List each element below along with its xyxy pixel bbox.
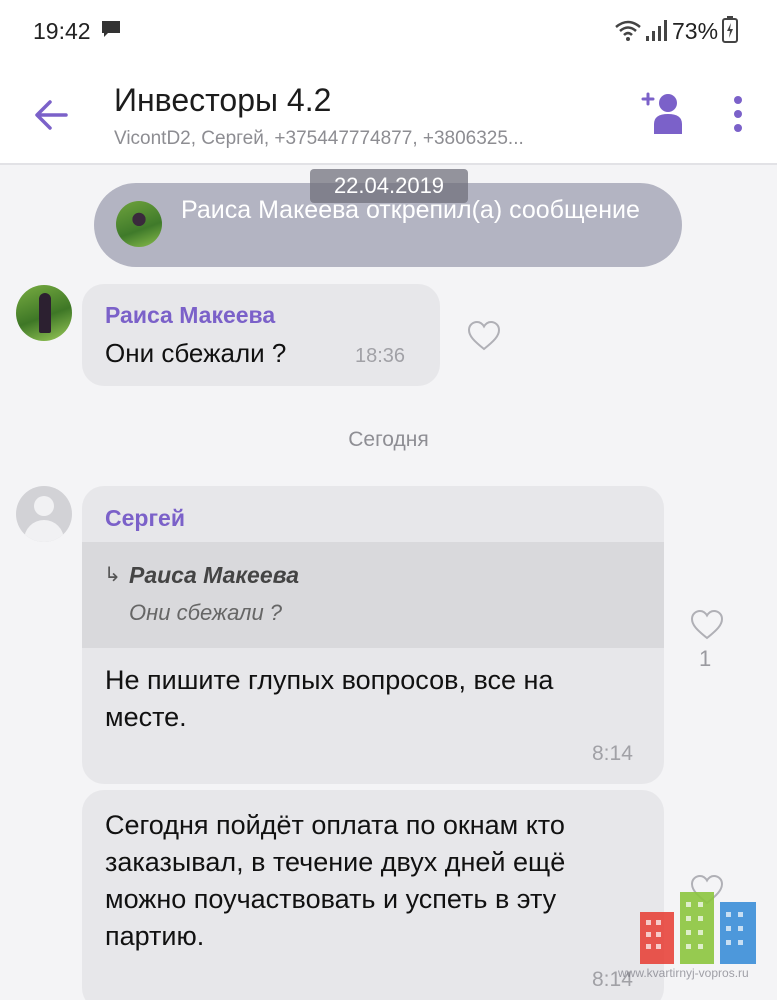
watermark-text: www.kvartirnyj-vopros.ru [618,966,749,980]
chat-participants[interactable]: ViсontD2, Сергей, +375447774877, +380632… [114,128,524,150]
heart-outline-icon[interactable] [466,320,502,352]
avatar-body [24,520,64,542]
quote-text: Они сбежали ? [129,600,283,625]
sender-name[interactable]: Сергей [105,505,185,532]
status-bar: 19:42 73% [0,0,777,62]
day-separator: Сегодня [348,428,429,451]
message-text: Сегодня пойдёт оплата по окнам кто заказ… [105,810,566,951]
signal-icon [646,20,667,41]
date-label: 22.04.2019 [310,169,468,203]
quote-author: Раиса Макеева [129,562,300,588]
more-vertical-icon[interactable] [726,94,750,134]
message-bubble[interactable]: Раиса Макеева Они сбежали ? 18:36 [82,284,440,386]
avatar[interactable] [16,285,72,341]
add-member-icon[interactable] [640,90,688,138]
status-time: 19:42 [33,18,91,44]
back-arrow-icon[interactable] [30,94,72,136]
like-count: 1 [699,646,712,671]
watermark-logo [640,892,756,964]
chat-title[interactable]: Инвесторы 4.2 [114,82,331,119]
avatar-figure [39,293,51,333]
avatar [116,201,162,247]
message-bubble[interactable]: Сергей ↳ Раиса Макеева Они сбежали ? Не … [82,486,664,784]
message-time: 8:14 [592,742,633,765]
reply-arrow-icon: ↳ [104,564,121,586]
message-text: Не пишите глупых вопросов, все на месте. [105,665,554,732]
avatar[interactable] [16,486,72,542]
quoted-message[interactable]: ↳ Раиса Макеева Они сбежали ? [82,542,664,648]
message-bubble[interactable]: Сегодня пойдёт оплата по окнам кто заказ… [82,790,664,1000]
heart-outline-icon[interactable] [689,609,725,641]
message-text: Они сбежали ? [105,338,287,368]
battery-icon [722,16,738,43]
sender-name[interactable]: Раиса Макеева [105,302,275,329]
chat-header: Инвесторы 4.2 ViсontD2, Сергей, +3754477… [0,62,777,165]
wifi-icon [615,20,641,41]
avatar-head [34,496,54,516]
message-notification-icon [102,21,120,37]
battery-percent: 73% [672,18,719,44]
message-time: 18:36 [355,345,406,367]
